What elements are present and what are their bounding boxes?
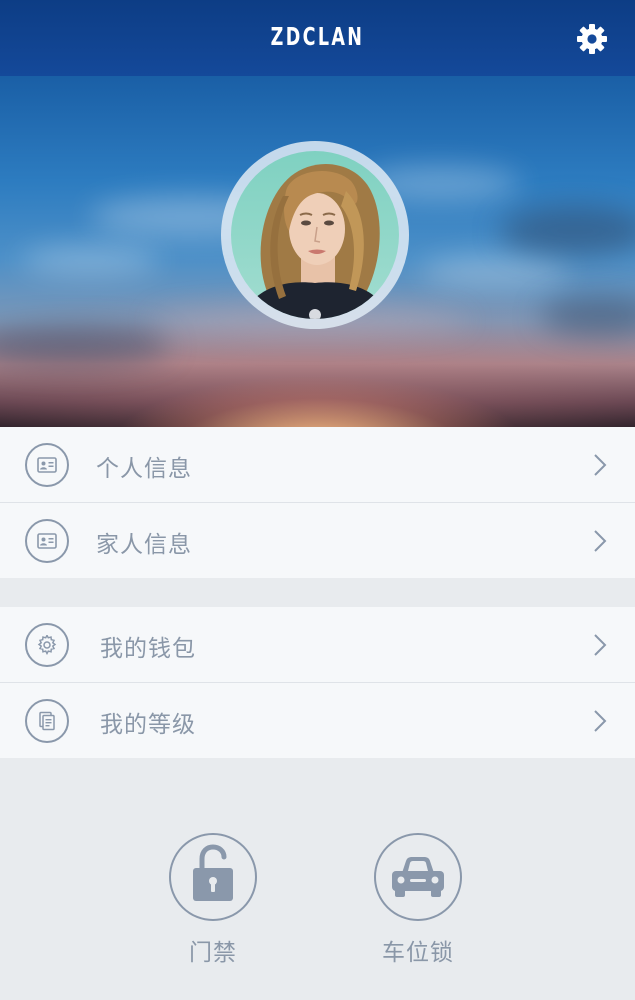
car-icon [392, 857, 444, 897]
chevron-right-icon [594, 710, 607, 732]
unlock-icon [193, 844, 233, 901]
gear-icon [37, 635, 57, 655]
menu-item-wallet[interactable]: 我的钱包 [0, 607, 635, 682]
app-title: ZDCLAN [270, 22, 365, 51]
menu-item-personal-info[interactable]: 个人信息 [0, 427, 635, 502]
menu-item-label: 家人信息 [96, 532, 192, 558]
menu-item-family-info[interactable]: 家人信息 [0, 502, 635, 578]
chevron-right-icon [594, 530, 607, 552]
door-access-label: 门禁 [189, 940, 237, 966]
settings-button[interactable] [575, 22, 609, 56]
document-icon [39, 711, 55, 731]
menu-group-info: 个人信息 家人信息 [0, 427, 635, 578]
menu-item-level[interactable]: 我的等级 [0, 682, 635, 758]
menu-item-label: 我的等级 [100, 712, 196, 738]
parking-lock-button[interactable]: 车位锁 [374, 833, 462, 967]
menu-group-account: 我的钱包 我的等级 [0, 607, 635, 758]
id-card-icon [37, 457, 57, 473]
chevron-right-icon [594, 454, 607, 476]
parking-lock-label: 车位锁 [382, 940, 454, 966]
door-access-button[interactable]: 门禁 [169, 833, 257, 967]
gear-icon [577, 24, 607, 54]
chevron-right-icon [594, 634, 607, 656]
avatar[interactable] [231, 151, 399, 319]
menu-item-label: 我的钱包 [100, 636, 196, 662]
id-card-icon [37, 533, 57, 549]
top-bar: ZDCLAN [0, 0, 635, 76]
menu-item-label: 个人信息 [96, 456, 192, 482]
avatar-portrait [241, 164, 391, 319]
